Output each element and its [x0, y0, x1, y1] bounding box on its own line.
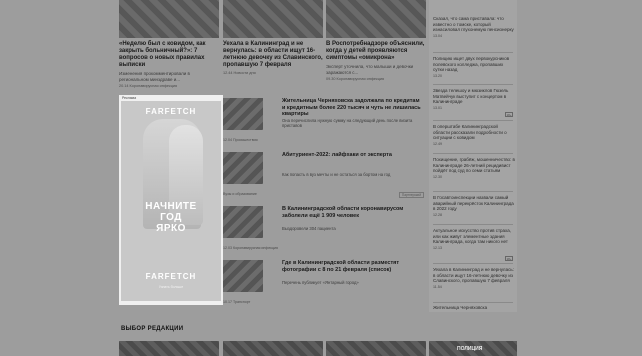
news-lead: Изменения прокомментировали в региональн… — [119, 71, 190, 82]
partner-badge: Партнерский — [398, 192, 424, 198]
divider — [433, 302, 513, 303]
news-thumbnail[interactable] — [223, 206, 263, 238]
list-item[interactable]: В Калининградской области коронавирусом … — [223, 204, 426, 254]
sidebar-news-item[interactable]: Звезда телешоу и мюзиклов Гюзель Матвейч… — [433, 88, 515, 110]
sidebar-news-time: 13.20 — [433, 73, 442, 78]
sidebar-news-item[interactable]: Жительница Черняховска — [433, 305, 515, 311]
news-thumbnail[interactable] — [223, 0, 323, 38]
sidebar-news-text[interactable]: Актуальное искусство против страха, или … — [433, 228, 515, 245]
news-title[interactable]: «Неделю был с ковидом, как закрыть больн… — [119, 41, 219, 69]
age-rating-badge: 18+ — [505, 256, 513, 261]
sidebar-news-item[interactable]: В оперштабе Калининградской области расс… — [433, 124, 515, 146]
news-lead: Перечень публикует «Янтарный город» — [282, 280, 359, 285]
news-page: «Неделю был с ковидом, как закрыть больн… — [117, 0, 517, 356]
sidebar-news-time: 12.30 — [433, 174, 442, 179]
sidebar-news-item[interactable]: В Госавтоинспекции назвали самый аварийн… — [433, 195, 515, 217]
news-title[interactable]: В Калининградской области коронавирусом … — [282, 206, 424, 219]
news-lead: Эксперт уточнила, что малыши и девочки з… — [326, 64, 414, 75]
news-lead: Она перечислила нужную сумму на следующи… — [282, 118, 413, 128]
divider — [433, 84, 513, 85]
news-meta: 12.03 Коронавирусная инфекция — [223, 246, 278, 250]
sidebar-news-item[interactable]: Уехала в Калининград и не вернулась: в о… — [433, 267, 515, 289]
divider — [433, 191, 513, 192]
news-title[interactable]: Жительница Черняховска задолжала по кред… — [282, 98, 424, 118]
news-lead: Как попасть в вуз мечты и не остаться за… — [282, 172, 391, 177]
age-rating-badge: 18+ — [505, 112, 513, 117]
ad-slogan: НАЧНИТЕ ГОД ЯРКО — [145, 201, 197, 234]
list-item[interactable]: Жительница Черняховска задолжала по кред… — [223, 96, 426, 146]
news-meta: 12.04 Происшествия — [223, 138, 258, 142]
sidebar-news-text[interactable]: Похищение, грабёж, мошенничество: в Кали… — [433, 157, 515, 174]
sidebar-news-text[interactable]: В оперштабе Калининградской области расс… — [433, 124, 515, 141]
sidebar-news-text[interactable]: Сказал, что сама приставала: что известн… — [433, 16, 515, 33]
list-item[interactable]: Абитуриент-2022: лайфхаки от эксперта Ка… — [223, 150, 426, 200]
news-thumbnail[interactable] — [119, 0, 219, 38]
latest-news-sidebar: Сказал, что сама приставала: что известн… — [429, 0, 517, 312]
divider — [433, 153, 513, 154]
sidebar-news-text[interactable]: Уехала в Калининград и не вернулась: в о… — [433, 267, 515, 284]
editors-choice-card[interactable] — [326, 341, 426, 356]
news-meta: 12.44 Новости дня — [223, 71, 256, 75]
divider — [433, 52, 513, 53]
divider — [433, 263, 513, 264]
editors-choice-card[interactable]: ПОЛИЦИЯ — [429, 341, 517, 356]
news-meta: 09.30 Коронавирусная инфекция — [326, 77, 385, 81]
news-title[interactable]: Где в Калининградской области разместят … — [282, 260, 424, 273]
ad-image[interactable]: FARFETCH НАЧНИТЕ ГОД ЯРКО FARFETCH Узнат… — [121, 101, 221, 301]
ad-brand-bottom: FARFETCH — [145, 272, 197, 281]
editors-choice-card-text: ПОЛИЦИЯ — [457, 346, 483, 352]
news-card[interactable]: В Роспотребнадзоре объяснили, когда у де… — [326, 0, 426, 81]
ad-label: Реклама — [122, 96, 137, 100]
ad-cta[interactable]: Узнать больше — [121, 285, 221, 289]
sidebar-news-time: 12.49 — [433, 141, 442, 146]
top-news-row: «Неделю был с ковидом, как закрыть больн… — [117, 0, 426, 96]
news-title[interactable]: Уехала в Калининград и не вернулась: в о… — [223, 41, 323, 69]
news-thumbnail[interactable] — [223, 260, 263, 292]
news-card[interactable]: Уехала в Калининград и не вернулась: в о… — [223, 0, 323, 75]
sidebar-news-time: 13.04 — [433, 33, 442, 38]
editors-choice-card[interactable] — [223, 341, 323, 356]
news-card[interactable]: «Неделю был с ковидом, как закрыть больн… — [119, 0, 219, 88]
news-title[interactable]: В Роспотребнадзоре объяснили, когда у де… — [326, 41, 426, 62]
news-title[interactable]: Абитуриент-2022: лайфхаки от эксперта — [282, 152, 424, 159]
sidebar-news-time: 11.54 — [433, 284, 442, 289]
sidebar-news-text[interactable]: Полицию ищет двух первокурсников полевск… — [433, 56, 515, 73]
sidebar-news-text[interactable]: Жительница Черняховска — [433, 305, 515, 311]
news-meta: Вузы и образование — [223, 192, 257, 196]
sidebar-news-item[interactable]: Похищение, грабёж, мошенничество: в Кали… — [433, 157, 515, 179]
news-thumbnail[interactable] — [223, 98, 263, 130]
sidebar-news-time: 13.01 — [433, 105, 442, 110]
ad-brand-top: FARFETCH — [145, 107, 197, 116]
editors-choice-card[interactable] — [119, 341, 219, 356]
news-thumbnail[interactable] — [223, 152, 263, 184]
sidebar-news-item[interactable]: Сказал, что сама приставала: что известн… — [433, 16, 515, 38]
section-title-editors-choice: ВЫБОР РЕДАКЦИИ — [121, 326, 184, 332]
sidebar-news-time: 12.13 — [433, 245, 442, 250]
sidebar-news-text[interactable]: Звезда телешоу и мюзиклов Гюзель Матвейч… — [433, 88, 515, 105]
ad-banner[interactable]: Реклама FARFETCH НАЧНИТЕ ГОД ЯРКО FARFET… — [119, 95, 223, 305]
news-lead: Выздоровели 304 пациента — [282, 226, 336, 231]
news-meta: 10.17 Транспорт — [223, 300, 251, 304]
divider — [433, 120, 513, 121]
list-item[interactable]: Где в Калининградской области разместят … — [223, 258, 426, 308]
sidebar-news-item[interactable]: Актуальное искусство против страха, или … — [433, 228, 515, 250]
sidebar-news-item[interactable]: Полицию ищет двух первокурсников полевск… — [433, 56, 515, 78]
sidebar-news-time: 12.28 — [433, 212, 442, 217]
news-thumbnail[interactable] — [326, 0, 426, 38]
news-meta: 20.14 Коронавирусная инфекция — [119, 84, 178, 88]
sidebar-news-text[interactable]: В Госавтоинспекции назвали самый аварийн… — [433, 195, 515, 212]
divider — [433, 224, 513, 225]
